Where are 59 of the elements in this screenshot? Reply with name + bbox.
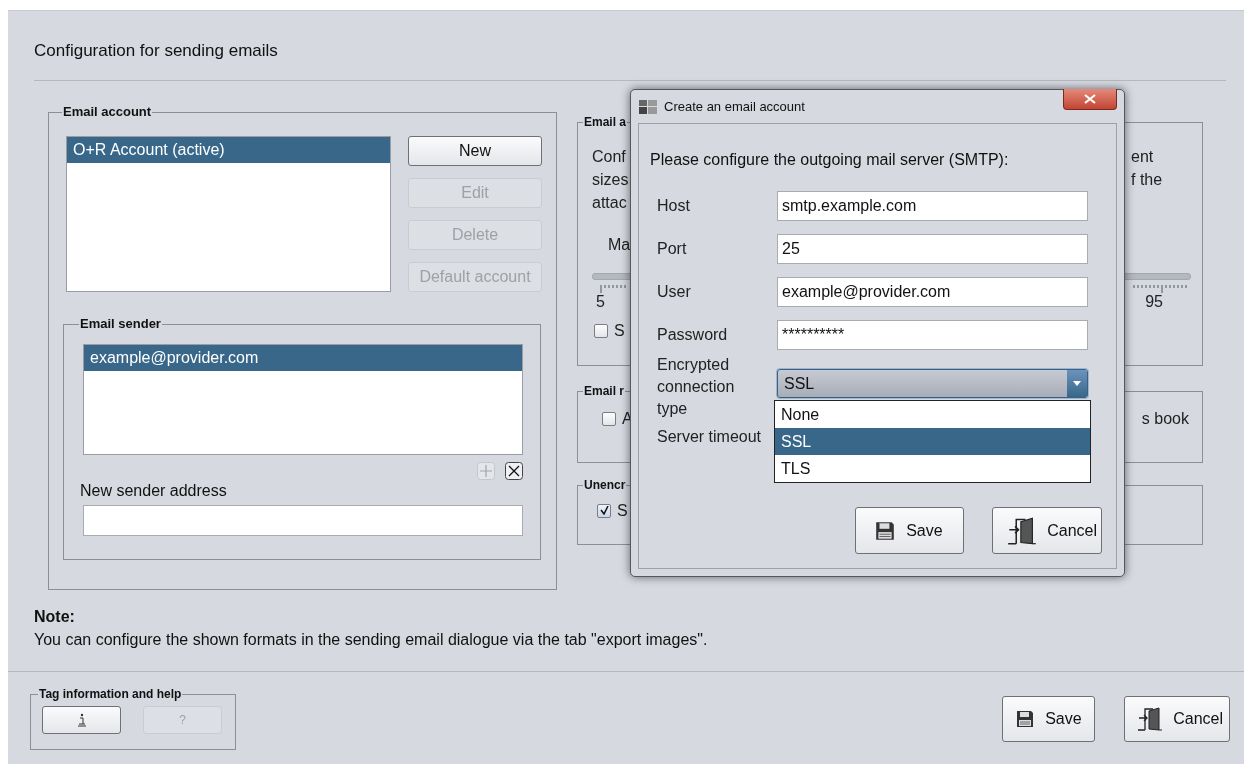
slider-label: Ma [608,235,631,255]
text-input[interactable]: smtp.example.com [777,191,1088,221]
field-label: User [656,283,692,301]
tick-marks [1133,285,1189,293]
sender-item[interactable]: example@provider.com [84,345,522,371]
tick-label: 95 [1145,293,1163,311]
window-icon [639,99,657,114]
save-button[interactable]: Save [855,507,965,554]
dialog-prompt: Please configure the outgoing mail server (SMTP): [650,150,1010,170]
note-heading: Note: [34,607,76,627]
text-input[interactable]: example@provider.com [777,277,1088,307]
text-input[interactable]: ********** [777,320,1088,350]
door-icon [1137,706,1164,732]
field-label: New sender address [80,482,228,500]
text-input[interactable]: 25 [777,234,1088,264]
checkbox-label: S [614,321,625,341]
caret-icon [1073,381,1081,386]
remove-icon[interactable] [505,462,523,480]
cancel-button[interactable]: Cancel [992,507,1102,554]
sender-address-input[interactable] [83,505,523,536]
group-legend: Email a [583,114,628,130]
section-title: Configuration for sending emails [34,40,279,62]
group-legend: Email sender [79,316,162,332]
dialog-title: Create an email account [664,99,805,114]
tick-label: 5 [596,293,605,311]
group-legend: Email account [62,104,153,120]
info-button[interactable] [42,706,121,734]
dropdown-option[interactable]: SSL [775,428,1090,455]
dropdown-option[interactable]: None [775,401,1090,428]
description-text: Conf [592,147,627,167]
field-label: Password [656,326,729,344]
description-text: attac [592,193,628,213]
checkbox[interactable] [602,411,616,426]
close-button[interactable] [1063,89,1117,110]
checkbox-label: s book [1141,409,1189,429]
account-item[interactable]: O+R Account (active) [67,137,390,163]
info-icon [76,713,87,727]
group-legend: Tag information and help [38,686,183,702]
field-label: Server timeout [656,428,763,446]
description-text: f the [1131,170,1164,190]
description-text: sizes [592,170,630,190]
checkbox-label: S [617,501,628,521]
close-icon [1084,94,1096,104]
account-button[interactable]: New [408,136,542,166]
field-label: Host [656,197,691,215]
note-text: You can configure the shown formats in the sending email dialogue via the tab "export images". [34,630,709,650]
encryption-dropdown[interactable]: SSL [777,369,1088,398]
field-label: Port [656,240,688,258]
save-button[interactable]: Save [1002,696,1096,742]
door-icon [1007,515,1038,546]
tick-marks [600,285,628,293]
dropdown-option[interactable]: TLS [775,455,1090,482]
description-text: ent [1131,147,1155,167]
checkbox[interactable] [594,323,608,338]
field-label: Encrypted connection type [656,355,736,419]
checkbox[interactable] [597,503,611,518]
group-legend: Email r [583,383,626,399]
group-legend: Unencr [583,477,627,493]
cancel-button[interactable]: Cancel [1124,696,1230,742]
